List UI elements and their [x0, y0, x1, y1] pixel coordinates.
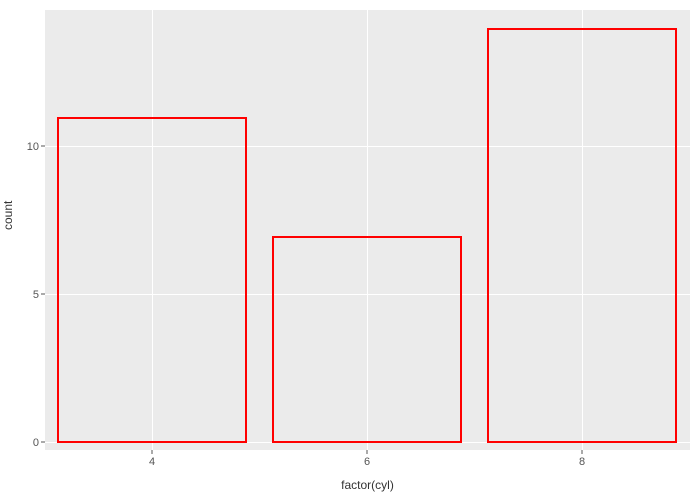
y-axis-label: count: [1, 201, 15, 230]
x-tick-4: 4: [149, 456, 155, 468]
y-tick-10: 10: [27, 141, 39, 153]
y-axis: 0 5 10: [0, 10, 45, 450]
bar-6: [272, 236, 462, 443]
y-tick-0: 0: [33, 437, 39, 449]
x-tick-8: 8: [579, 456, 585, 468]
bar-8: [487, 28, 677, 443]
x-axis: 4 6 8: [45, 450, 690, 480]
y-tick-5: 5: [33, 289, 39, 301]
plot-panel: [45, 10, 690, 450]
x-axis-label: factor(cyl): [45, 478, 690, 492]
x-tick-6: 6: [364, 456, 370, 468]
bar-4: [57, 117, 247, 443]
